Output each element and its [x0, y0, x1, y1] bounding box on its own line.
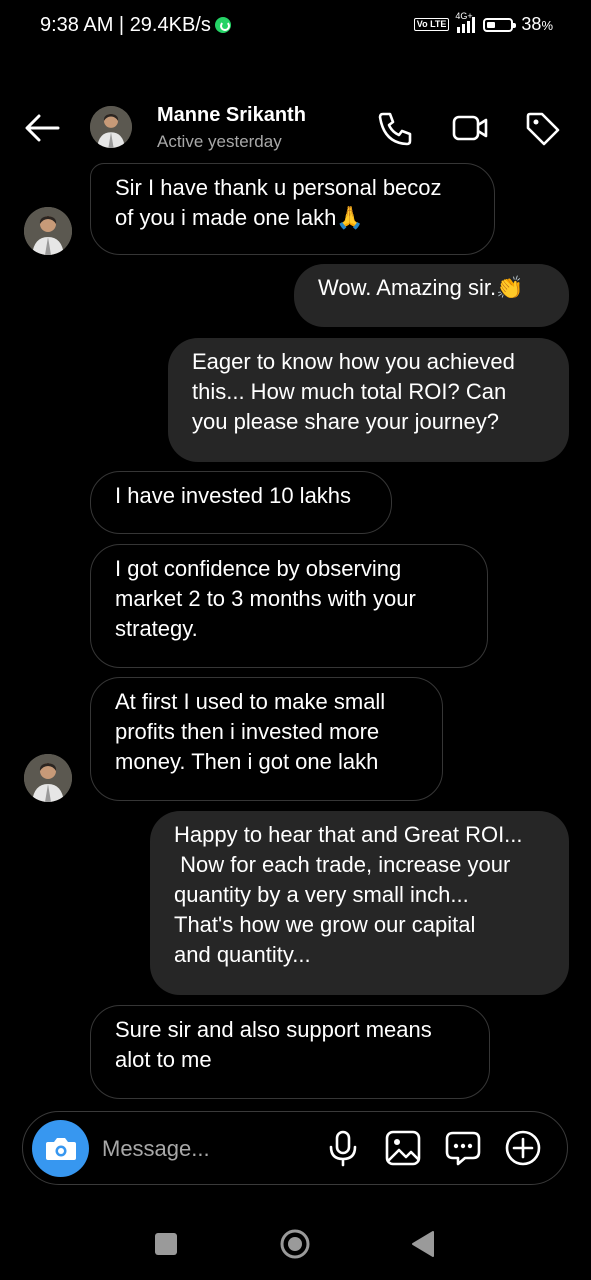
signal-icon: 4G+ — [455, 11, 476, 33]
outgoing-message[interactable]: Happy to hear that and Great ROI... Now … — [150, 811, 569, 995]
tag-icon[interactable] — [522, 108, 562, 148]
message-input[interactable] — [102, 1134, 302, 1164]
back-icon[interactable] — [404, 1224, 444, 1264]
add-icon[interactable] — [503, 1128, 543, 1168]
network-type-label: 4G+ — [455, 10, 473, 21]
incoming-message[interactable]: I got confidence by observing market 2 to… — [90, 544, 488, 668]
outgoing-message[interactable]: Eager to know how you achieved this... Ho… — [168, 338, 569, 462]
sender-avatar[interactable] — [24, 754, 72, 802]
status-indicators: Vo LTE 4G+ 38% — [413, 11, 553, 35]
battery-icon — [483, 17, 517, 32]
microphone-icon[interactable] — [323, 1128, 363, 1168]
incoming-message[interactable]: At first I used to make small profits the… — [90, 677, 443, 801]
camera-button[interactable] — [32, 1120, 89, 1177]
whatsapp-icon — [214, 17, 231, 33]
status-time: 9:38 AM | 29.4KB/s — [40, 14, 231, 37]
sticker-icon[interactable] — [443, 1128, 483, 1168]
back-arrow-icon[interactable] — [22, 108, 62, 148]
contact-name[interactable]: Manne Srikanth — [157, 104, 306, 127]
status-time-text: 9:38 AM | 29.4KB/s — [40, 14, 211, 36]
video-call-icon[interactable] — [450, 108, 490, 148]
phone-icon[interactable] — [375, 108, 415, 148]
battery-percent: 38% — [521, 14, 553, 34]
contact-status: Active yesterday — [157, 132, 282, 151]
incoming-message[interactable]: Sir I have thank u personal becoz of you … — [90, 163, 495, 255]
gallery-icon[interactable] — [383, 1128, 423, 1168]
incoming-message[interactable]: I have invested 10 lakhs — [90, 471, 392, 534]
header-avatar[interactable] — [90, 106, 132, 148]
volte-icon: Vo LTE — [413, 18, 450, 31]
home-icon[interactable] — [275, 1224, 315, 1264]
sender-avatar[interactable] — [24, 207, 72, 255]
recents-icon[interactable] — [146, 1224, 186, 1264]
incoming-message[interactable]: Sure sir and also support means alot to m… — [90, 1005, 490, 1099]
camera-icon — [46, 1138, 76, 1160]
outgoing-message[interactable]: Wow. Amazing sir.👏 — [294, 264, 569, 327]
